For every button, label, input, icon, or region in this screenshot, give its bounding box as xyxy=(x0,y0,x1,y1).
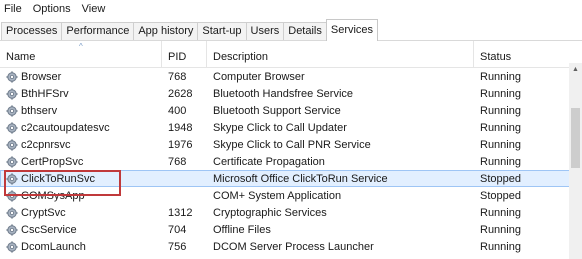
gear-icon xyxy=(6,189,21,202)
service-pid: 768 xyxy=(168,155,187,168)
service-name-cell: bthserv xyxy=(0,105,162,117)
service-description: Certificate Propagation xyxy=(213,155,325,168)
table-row[interactable]: bthserv 400 Bluetooth Support Service Runni… xyxy=(0,102,582,119)
gear-icon xyxy=(6,138,21,151)
service-status: Running xyxy=(480,240,521,253)
service-name-cell: c2cautoupdatesvc xyxy=(0,122,162,134)
table-header: ^ Name PID Description Status xyxy=(0,41,582,68)
service-name: DcomLaunch xyxy=(21,240,86,253)
service-name-cell: BthHFSrv xyxy=(0,88,162,100)
service-name: c2cautoupdatesvc xyxy=(21,121,110,134)
service-status: Running xyxy=(480,87,521,100)
column-header-pid[interactable]: PID xyxy=(162,41,207,67)
service-status: Running xyxy=(480,70,521,83)
tab-users[interactable]: Users xyxy=(245,22,285,40)
service-description: Skype Click to Call Updater xyxy=(213,121,347,134)
gear-icon xyxy=(6,87,21,100)
service-status: Running xyxy=(480,104,521,117)
gear-icon xyxy=(6,155,21,168)
service-name: CertPropSvc xyxy=(21,155,84,168)
service-name: CscService xyxy=(21,223,77,236)
service-pid: 768 xyxy=(168,70,187,83)
table-row[interactable]: CryptSvc 1312 Cryptographic Services Runnin… xyxy=(0,204,582,221)
service-status: Running xyxy=(480,121,521,134)
table-row[interactable]: CertPropSvc 768 Certificate Propagation Run… xyxy=(0,153,582,170)
gear-icon xyxy=(6,172,21,185)
table-row[interactable]: BthHFSrv 2628 Bluetooth Handsfree Service R… xyxy=(0,85,582,102)
service-description: Computer Browser xyxy=(213,70,305,83)
scroll-up-arrow-icon[interactable]: ▲ xyxy=(569,63,582,76)
service-name: BthHFSrv xyxy=(21,87,69,100)
service-status: Running xyxy=(480,138,521,151)
menu-view[interactable]: View xyxy=(82,3,106,15)
tab-services[interactable]: Services xyxy=(325,19,379,41)
service-pid: 400 xyxy=(168,104,187,117)
service-pid: 2628 xyxy=(168,87,193,100)
service-description: Bluetooth Handsfree Service xyxy=(213,87,354,100)
service-name-cell: Browser xyxy=(0,71,162,83)
service-description: Cryptographic Services xyxy=(213,206,327,219)
service-status: Running xyxy=(480,206,521,219)
service-description: Bluetooth Support Service xyxy=(213,104,341,117)
table-row[interactable]: CscService 704 Offline Files Running xyxy=(0,221,582,238)
gear-icon xyxy=(6,206,21,219)
service-description: Microsoft Office ClickToRun Service xyxy=(213,172,388,185)
service-name: ClickToRunSvc xyxy=(21,172,95,185)
table-row[interactable]: Browser 768 Computer Browser Running xyxy=(0,68,582,85)
service-name: CryptSvc xyxy=(21,206,66,219)
service-name: Browser xyxy=(21,70,62,83)
service-pid: 1312 xyxy=(168,206,193,219)
menu-options[interactable]: Options xyxy=(33,3,71,15)
service-status: Stopped xyxy=(480,189,521,202)
tab-strip: Processes Performance App history Start-… xyxy=(0,18,582,41)
gear-icon xyxy=(6,240,21,253)
service-name-cell: CryptSvc xyxy=(0,207,162,219)
menu-bar: File Options View xyxy=(0,0,582,18)
table-row[interactable]: c2cpnrsvc 1976 Skype Click to Call PNR Ser… xyxy=(0,136,582,153)
sort-ascending-icon: ^ xyxy=(79,42,83,51)
service-name-cell: ClickToRunSvc xyxy=(0,173,162,185)
menu-file[interactable]: File xyxy=(4,3,22,15)
service-description: Skype Click to Call PNR Service xyxy=(213,138,371,151)
service-name-cell: c2cpnrsvc xyxy=(0,139,162,151)
service-name: bthserv xyxy=(21,104,58,117)
vertical-scrollbar[interactable]: ▲ xyxy=(569,63,582,259)
service-status: Stopped xyxy=(480,172,521,185)
table-row[interactable]: COMSysApp COM+ System Application Stopped xyxy=(0,187,582,204)
service-name-cell: COMSysApp xyxy=(0,190,162,202)
services-table: ^ Name PID Description Status Browser 768… xyxy=(0,41,582,255)
column-header-status[interactable]: Status xyxy=(474,41,568,67)
table-row[interactable]: c2cautoupdatesvc 1948 Skype Click to Call … xyxy=(0,119,582,136)
gear-icon xyxy=(6,223,21,236)
tab-details[interactable]: Details xyxy=(283,22,327,40)
gear-icon xyxy=(6,121,21,134)
table-row[interactable]: DcomLaunch 756 DCOM Server Process Launche… xyxy=(0,238,582,255)
service-name-cell: CscService xyxy=(0,224,162,236)
service-description: Offline Files xyxy=(213,223,271,236)
service-name-cell: CertPropSvc xyxy=(0,156,162,168)
service-pid: 756 xyxy=(168,240,187,253)
table-row[interactable]: ClickToRunSvc Microsoft Office ClickToRun… xyxy=(0,170,582,187)
service-status: Running xyxy=(480,223,521,236)
service-name: c2cpnrsvc xyxy=(21,138,71,151)
tab-processes[interactable]: Processes xyxy=(1,22,63,40)
table-body: Browser 768 Computer Browser Running BthHFSr… xyxy=(0,68,582,255)
service-pid: 1948 xyxy=(168,121,193,134)
tab-app-history[interactable]: App history xyxy=(133,22,199,40)
column-header-description[interactable]: Description xyxy=(207,41,474,67)
service-description: DCOM Server Process Launcher xyxy=(213,240,374,253)
scroll-thumb[interactable] xyxy=(571,108,580,168)
service-name: COMSysApp xyxy=(21,189,85,202)
gear-icon xyxy=(6,104,21,117)
service-pid: 704 xyxy=(168,223,187,236)
gear-icon xyxy=(6,70,21,83)
service-pid: 1976 xyxy=(168,138,193,151)
service-status: Running xyxy=(480,155,521,168)
service-description: COM+ System Application xyxy=(213,189,342,202)
tab-performance[interactable]: Performance xyxy=(61,22,135,40)
service-name-cell: DcomLaunch xyxy=(0,241,162,253)
tab-start-up[interactable]: Start-up xyxy=(197,22,247,40)
